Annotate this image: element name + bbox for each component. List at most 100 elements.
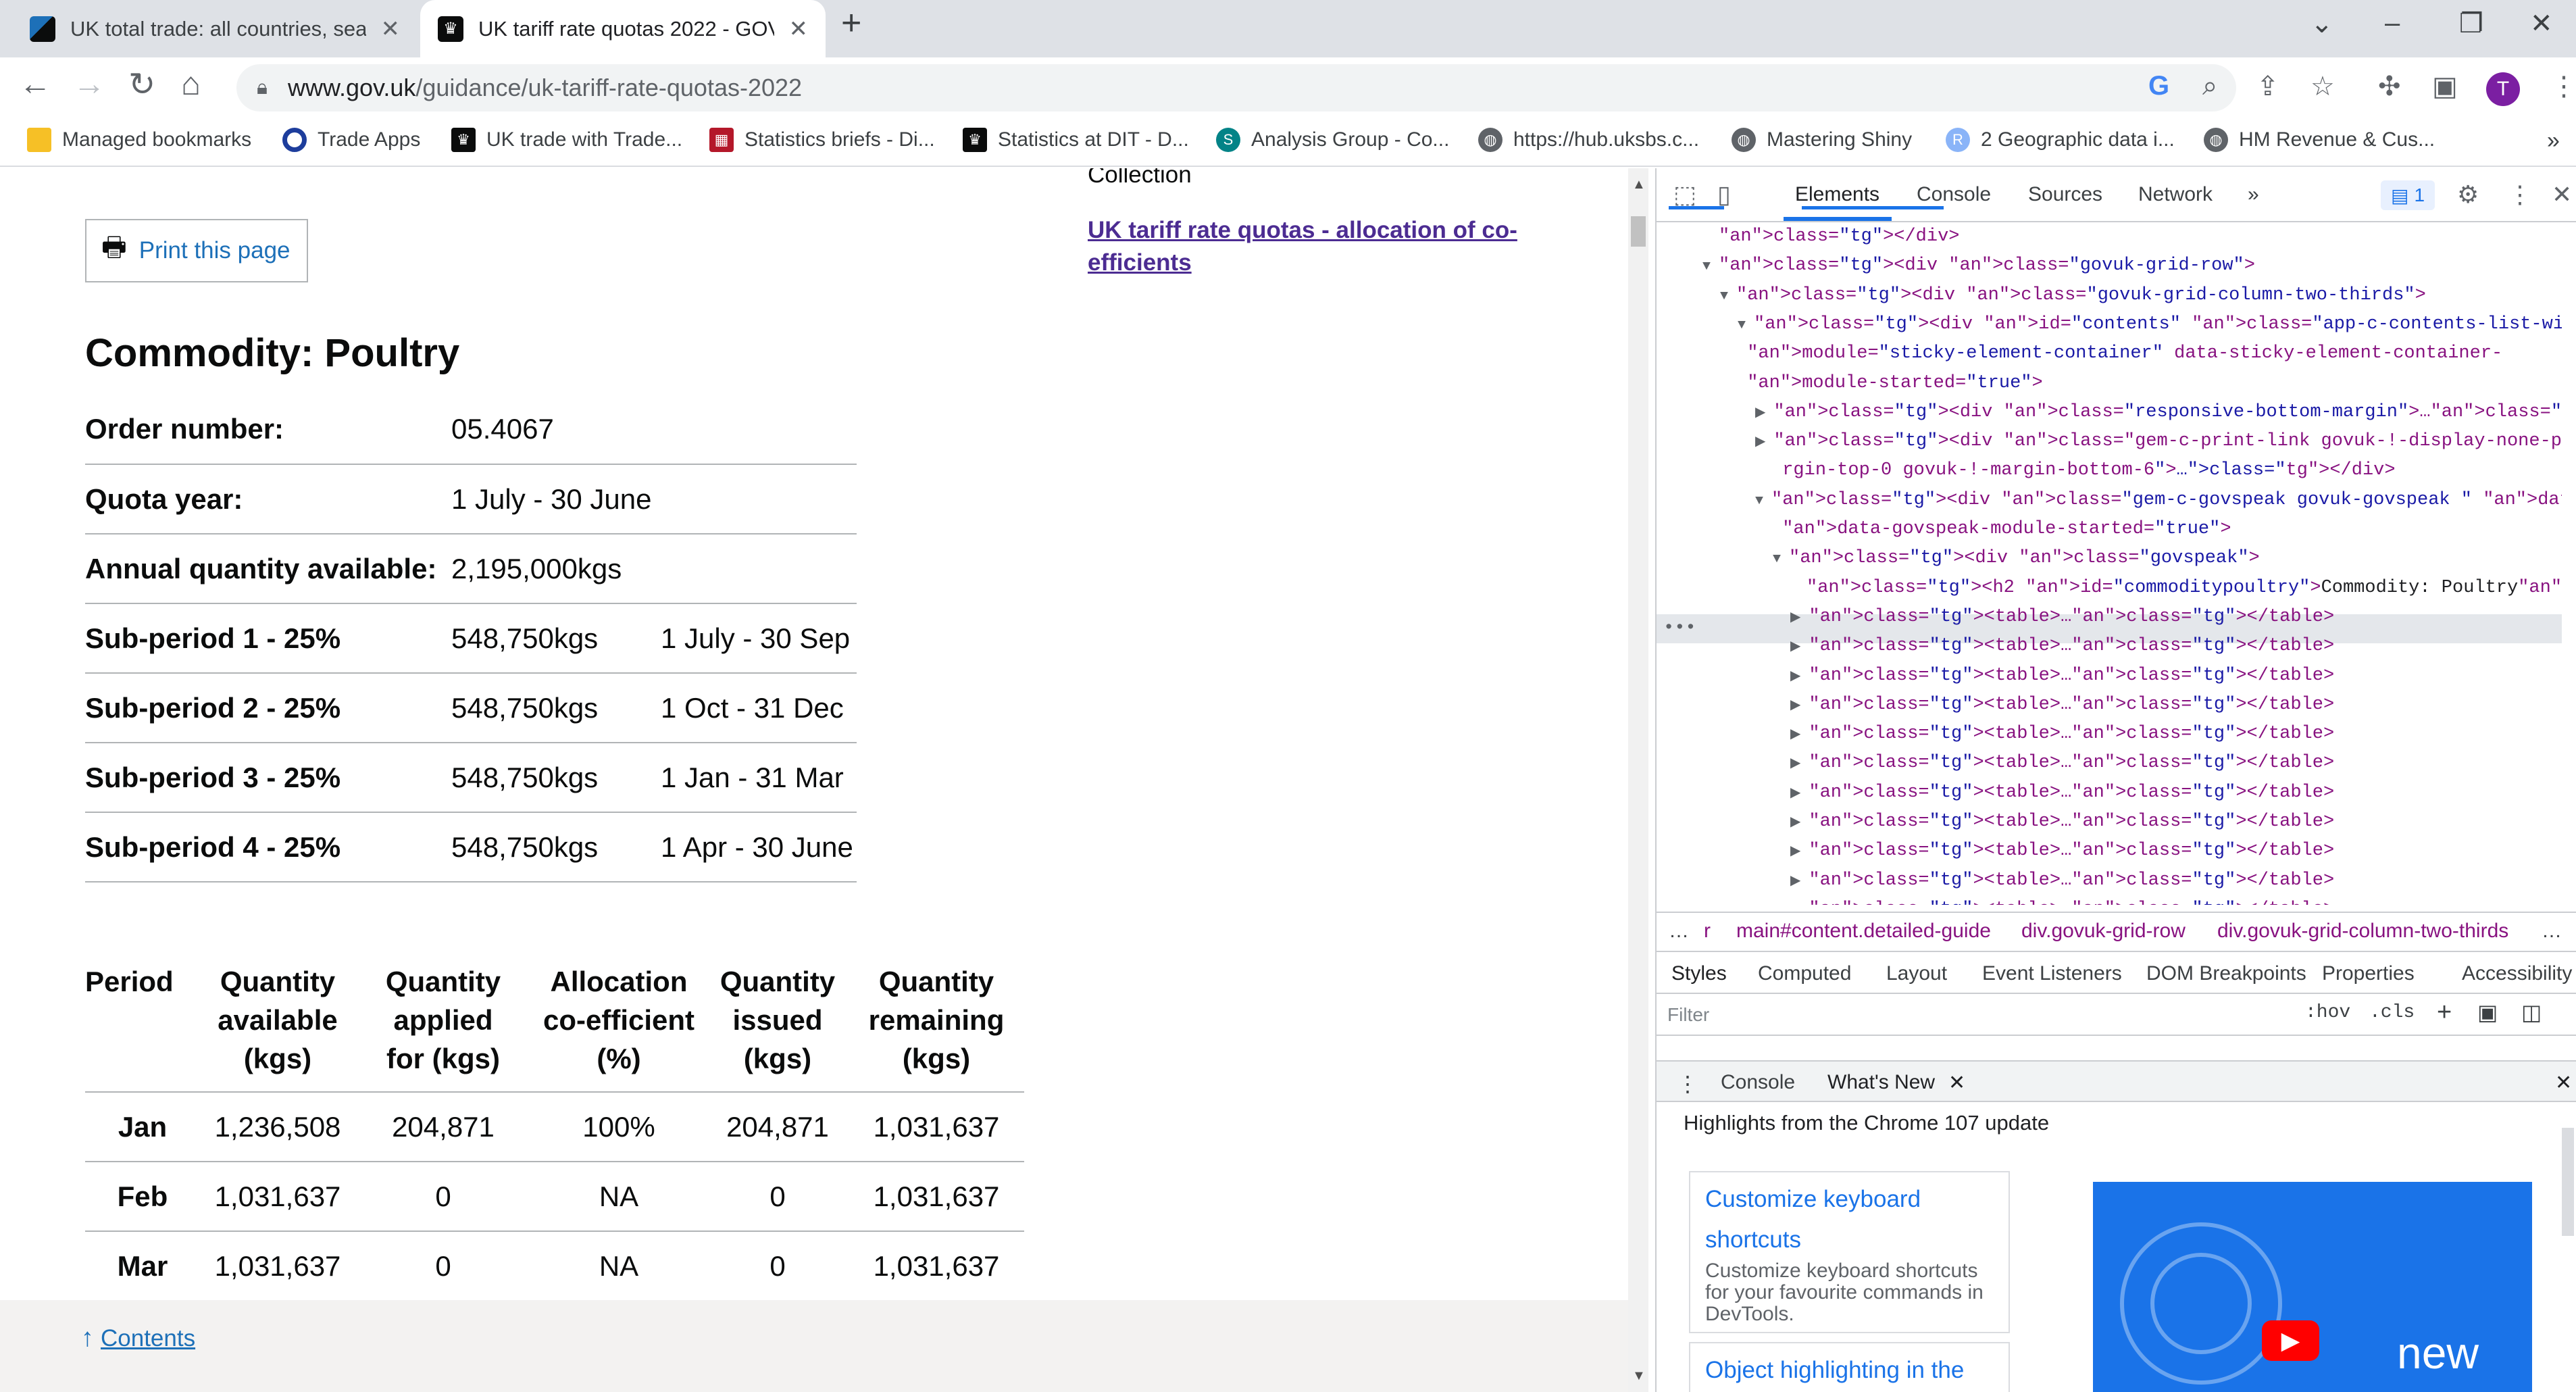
dom-node-line[interactable]: ▶ "an">class="tg"><table>…"an">class="tg… — [1790, 691, 2334, 720]
dom-node-line[interactable]: ▶ "an">class="tg"><div "an">class="gem-c… — [1755, 427, 2562, 457]
dom-node-line[interactable]: ▶ "an">class="tg"><div "an">class="respo… — [1755, 398, 2562, 428]
inspect-element-icon[interactable]: ⬚ — [1673, 180, 1696, 209]
zoom-icon[interactable]: ⌕ — [2202, 71, 2217, 101]
expand-arrow-icon[interactable]: ▶ — [1755, 405, 1773, 421]
styles-filter-input[interactable]: Filter — [1663, 1001, 2271, 1029]
restore-icon[interactable]: ❐ — [2459, 8, 2483, 39]
more-bookmarks-icon[interactable]: » — [2547, 128, 2560, 154]
contents-link[interactable]: ↑ Contents — [81, 1324, 195, 1353]
chrome-menu-icon[interactable]: ⋮ — [2550, 71, 2576, 102]
expand-arrow-icon[interactable]: ▶ — [1790, 874, 1809, 889]
dom-node-line[interactable]: rgin-top-0 govuk-!-margin-bottom-6">…">c… — [1755, 456, 2395, 486]
extensions-icon[interactable]: ✣ — [2378, 71, 2401, 102]
subtab-dom-breakpoints[interactable]: DOM Breakpoints — [2146, 962, 2306, 985]
dom-node-line[interactable]: "an">module="sticky-element-container" d… — [1720, 339, 2502, 369]
dom-node-line[interactable]: ▶ "an">class="tg"><table>…"an">class="tg… — [1790, 866, 2334, 896]
dom-node-line[interactable]: ▶ "an">class="tg"><table>…"an">class="tg… — [1790, 603, 2334, 632]
subtab-layout[interactable]: Layout — [1886, 962, 1947, 985]
bookmark-mastering-shiny[interactable]: ◍ Mastering Shiny — [1732, 128, 1912, 152]
subtab-computed[interactable]: Computed — [1758, 962, 1851, 985]
devtools-tab-network[interactable]: Network — [2138, 183, 2213, 206]
bookmark-analysis-group[interactable]: S Analysis Group - Co... — [1216, 128, 1449, 152]
devtools-tab-console[interactable]: Console — [1917, 183, 1991, 206]
collapse-arrow-icon[interactable]: ▼ — [1738, 318, 1754, 333]
bookmark-managed[interactable]: Managed bookmarks — [27, 128, 251, 152]
expand-arrow-icon[interactable]: ▶ — [1790, 903, 1809, 905]
dom-node-line[interactable]: ▶ "an">class="tg"><table>…"an">class="tg… — [1790, 807, 2334, 837]
close-drawer-icon[interactable]: ✕ — [2555, 1071, 2572, 1095]
minimize-icon[interactable]: – — [2385, 8, 2400, 39]
bookmark-uk-trade[interactable]: ♛ UK trade with Trade... — [451, 128, 682, 152]
close-tab-icon[interactable]: ✕ — [789, 16, 809, 43]
node-actions-ellipsis-icon[interactable]: ••• — [1663, 614, 1696, 643]
collapse-arrow-icon[interactable]: ▼ — [1720, 289, 1736, 304]
dom-tree[interactable]: ••• "an">class="tg"></div> ▼ "an">class="… — [1657, 222, 2562, 905]
dom-node-line[interactable]: ▶ "an">class="tg"><table>…"an">class="tg… — [1790, 720, 2334, 749]
devtools-menu-icon[interactable]: ⋮ — [2508, 180, 2532, 209]
page-scrollbar-thumb[interactable] — [1631, 216, 1646, 247]
bookmark-hub-uksbs[interactable]: ◍ https://hub.uksbs.c... — [1478, 128, 1699, 152]
bookmark-trade-apps[interactable]: Trade Apps — [282, 128, 420, 152]
breadcrumb-overflow[interactable]: … — [1669, 920, 1689, 943]
expand-arrow-icon[interactable]: ▶ — [1790, 727, 1809, 743]
class-toggle[interactable]: .cls — [2369, 1002, 2415, 1023]
feature-card-keyboard-shortcuts[interactable]: Customize keyboard shortcuts Customize k… — [1689, 1171, 2010, 1333]
devtools-tab-sources[interactable]: Sources — [2028, 183, 2102, 206]
close-tab-icon[interactable]: ✕ — [381, 16, 401, 43]
bookmark-statistics-briefs[interactable]: ▦ Statistics briefs - Di... — [709, 128, 935, 152]
collapse-arrow-icon[interactable]: ▼ — [1773, 551, 1789, 567]
profile-avatar[interactable]: T — [2486, 72, 2520, 106]
drawer-scrollbar-thumb[interactable] — [2562, 1128, 2574, 1236]
dom-node-line[interactable]: "an">class="tg"><h2 "an">id="commoditypo… — [1790, 574, 2562, 603]
side-panel-icon[interactable]: ▣ — [2432, 71, 2458, 102]
collapse-arrow-icon[interactable]: ▼ — [1755, 493, 1771, 509]
dom-node-line[interactable]: ▶ "an">class="tg"><table>…"an">class="tg… — [1790, 662, 2334, 691]
hover-state-toggle[interactable]: :hov — [2305, 1002, 2350, 1023]
dom-node-line[interactable]: ▼ "an">class="tg"><div "an">class="govuk… — [1720, 281, 2426, 311]
scroll-down-arrow-icon[interactable]: ▼ — [1632, 1368, 1646, 1384]
breadcrumb-item[interactable]: div.govuk-grid-row — [2021, 920, 2186, 943]
dom-node-line[interactable]: ▶ "an">class="tg"><table>…"an">class="tg… — [1790, 778, 2334, 808]
computed-sidebar-toggle-icon[interactable]: ◫ — [2521, 999, 2542, 1025]
youtube-play-icon[interactable]: ▶ — [2262, 1320, 2319, 1361]
dom-node-line[interactable]: ▶ "an">class="tg"><table>…"an">class="tg… — [1790, 749, 2334, 778]
expand-arrow-icon[interactable]: ▶ — [1790, 698, 1809, 714]
issues-badge[interactable]: ▤ 1 — [2381, 180, 2435, 210]
subtab-event-listeners[interactable]: Event Listeners — [1982, 962, 2122, 985]
settings-gear-icon[interactable]: ⚙ — [2457, 180, 2479, 209]
home-icon[interactable]: ⌂ — [181, 66, 201, 103]
tab-search-chevron-icon[interactable]: ⌄ — [2310, 8, 2333, 39]
breadcrumb-item[interactable]: r — [1704, 920, 1711, 943]
expand-arrow-icon[interactable]: ▶ — [1790, 639, 1809, 655]
dom-node-line[interactable]: "an">class="tg"></div> — [1702, 222, 1959, 252]
breadcrumb-item[interactable]: div.govuk-grid-column-two-thirds — [2217, 920, 2508, 943]
dom-node-line[interactable]: ▶ "an">class="tg"><table>…"an">class="tg… — [1790, 837, 2334, 866]
dom-node-line[interactable]: ▼ "an">class="tg"><div "an">class="gem-c… — [1755, 486, 2562, 516]
bookmark-geographic-data[interactable]: R 2 Geographic data i... — [1946, 128, 2175, 152]
close-whats-new-icon[interactable]: ✕ — [1948, 1071, 1965, 1095]
print-page-button[interactable]: 🖶 Print this page — [85, 219, 308, 282]
dom-node-line[interactable]: ▼ "an">class="tg"><div "an">class="govuk… — [1702, 251, 2255, 281]
subtab-accessibility[interactable]: Accessibility — [2462, 962, 2572, 985]
drawer-menu-icon[interactable]: ⋮ — [1677, 1071, 1698, 1097]
bookmark-star-icon[interactable]: ☆ — [2310, 71, 2335, 102]
feature-card-title[interactable]: Customize keyboard shortcuts — [1705, 1179, 1994, 1260]
lock-icon[interactable]: 🔒︎ — [257, 76, 268, 99]
address-bar[interactable]: 🔒︎ www.gov.uk/guidance/uk-tariff-rate-qu… — [236, 64, 2236, 111]
page-scrollbar[interactable] — [1628, 168, 1648, 1392]
drawer-tab-whats-new[interactable]: What's New — [1827, 1071, 1935, 1094]
bookmark-statistics-dit[interactable]: ♛ Statistics at DIT - D... — [963, 128, 1189, 152]
whats-new-video-thumbnail[interactable]: ▶ new — [2093, 1182, 2532, 1392]
dom-node-line[interactable]: ▼ "an">class="tg"><div "an">id="contents… — [1738, 310, 2562, 340]
tab-uk-total-trade[interactable]: UK total trade: all countries, seas ✕ — [12, 0, 418, 57]
expand-arrow-icon[interactable]: ▶ — [1790, 786, 1809, 801]
tab-uk-tariff-rate-quotas[interactable]: ♛ UK tariff rate quotas 2022 - GOV ✕ — [420, 0, 826, 57]
related-link-allocation[interactable]: UK tariff rate quotas - allocation of co… — [1088, 214, 1520, 279]
dom-node-line[interactable]: ▶ "an">class="tg"><table>…"an">class="tg… — [1790, 895, 2334, 905]
share-icon[interactable]: ⇪ — [2256, 71, 2279, 102]
expand-arrow-icon[interactable]: ▶ — [1790, 815, 1809, 830]
collapse-arrow-icon[interactable]: ▼ — [1702, 259, 1719, 274]
back-icon[interactable]: ← — [19, 66, 51, 103]
expand-arrow-icon[interactable]: ▶ — [1790, 756, 1809, 772]
subtab-properties[interactable]: Properties — [2322, 962, 2415, 985]
